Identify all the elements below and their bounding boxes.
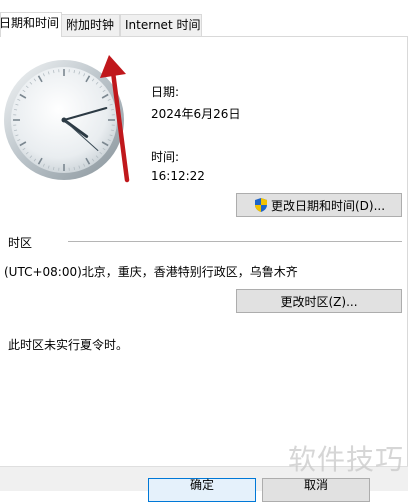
time-value: 16:12:22 bbox=[151, 169, 205, 183]
tab-panel-border bbox=[61, 36, 408, 37]
tab-date-time-label: 日期和时间 bbox=[0, 16, 59, 30]
tab-additional-clocks[interactable]: 附加时钟 bbox=[61, 14, 120, 36]
ok-button[interactable]: 确定 bbox=[148, 478, 256, 502]
time-label: 时间: bbox=[151, 148, 179, 165]
dst-note: 此时区未实行夏令时。 bbox=[8, 336, 128, 353]
change-date-time-button[interactable]: 更改日期和时间(D)... bbox=[236, 193, 402, 217]
date-value: 2024年6月26日 bbox=[151, 105, 240, 122]
tab-strip: 日期和时间 附加时钟 Internet 时间 bbox=[0, 0, 408, 36]
clock-center bbox=[62, 118, 67, 123]
change-date-time-button-label: 更改日期和时间(D)... bbox=[271, 197, 385, 214]
cancel-button[interactable]: 取消 bbox=[262, 478, 370, 502]
timezone-group-divider bbox=[68, 241, 402, 242]
analog-clock bbox=[2, 58, 126, 182]
change-timezone-button-label: 更改时区(Z)... bbox=[280, 293, 357, 310]
timezone-group-label: 时区 bbox=[8, 234, 32, 251]
tab-internet-time-label: Internet 时间 bbox=[125, 18, 200, 32]
uac-shield-icon bbox=[253, 197, 269, 213]
change-timezone-button[interactable]: 更改时区(Z)... bbox=[236, 289, 402, 313]
watermark: 软件技巧 bbox=[288, 438, 404, 478]
tab-internet-time[interactable]: Internet 时间 bbox=[120, 14, 202, 36]
timezone-value: (UTC+08:00)北京，重庆，香港特别行政区，乌鲁木齐 bbox=[4, 263, 298, 280]
tab-date-time[interactable]: 日期和时间 bbox=[0, 12, 62, 37]
date-label: 日期: bbox=[151, 83, 179, 100]
tab-additional-clocks-label: 附加时钟 bbox=[66, 18, 114, 32]
